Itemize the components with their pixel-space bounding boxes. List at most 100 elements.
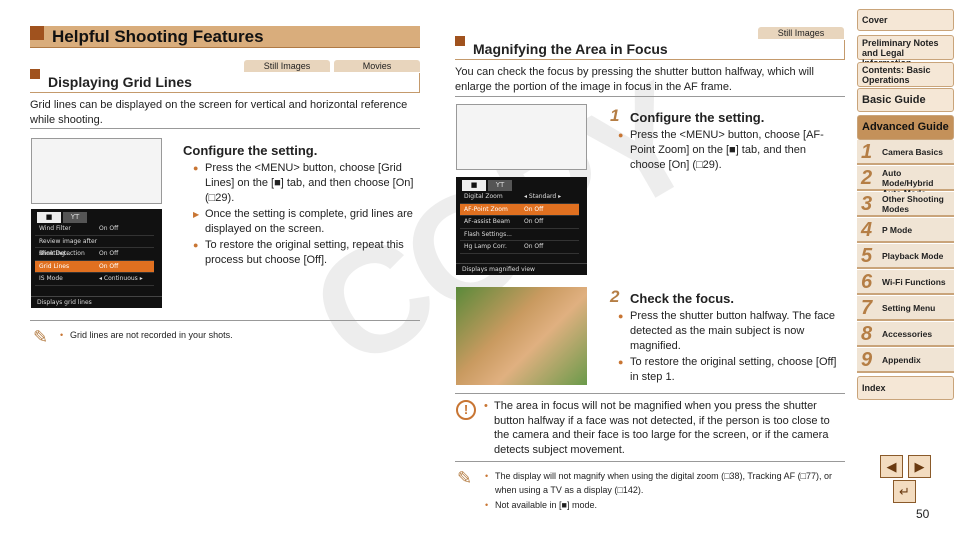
sidebar-item-contents[interactable]: Contents: Basic Operations	[857, 62, 954, 87]
menu-value: On Off	[524, 218, 544, 225]
setup-tab-icon: YT	[488, 180, 512, 191]
sidebar-chapter[interactable]: 9 Appendix	[857, 348, 954, 373]
menu-label: Hg Lamp Corr.	[464, 243, 507, 250]
chapter-label: Accessories	[882, 329, 933, 339]
menu-value: ◂ Continuous ▸	[99, 275, 143, 282]
menu-row: Hg Lamp Corr. On Off	[460, 241, 579, 254]
chapter-label: Wi-Fi Functions	[882, 277, 946, 287]
camera-image	[31, 138, 162, 204]
bullet: Press the <MENU> button, choose [AF-Poin…	[618, 128, 840, 173]
camera-tab-icon: ■	[37, 212, 61, 223]
chapter-label: Camera Basics	[882, 147, 943, 157]
sidebar-item-basic-guide[interactable]: Basic Guide	[857, 88, 954, 112]
note: Not available in [■] mode.	[485, 498, 840, 512]
intro-text: You can check the focus by pressing the …	[455, 66, 814, 93]
menu-value: On Off	[524, 205, 544, 213]
menu-row: Wind Filter On Off	[35, 223, 154, 236]
menu-row: Review image after shooting...	[35, 236, 154, 258]
tab-still-images: Still Images	[244, 60, 330, 72]
menu-row: Flash Settings...	[460, 229, 579, 241]
chapter-number: 6	[861, 271, 873, 293]
chapter-number: 9	[861, 349, 873, 371]
mode-tabs: Still Images Movies	[244, 60, 420, 72]
chapter-label: Setting Menu	[882, 303, 936, 313]
menu-label: Flash Settings...	[464, 230, 512, 238]
sidebar-chapter[interactable]: 3 Other Shooting Modes	[857, 192, 954, 217]
sidebar-chapter[interactable]: 1 Camera Basics	[857, 140, 954, 165]
chapter-number: 8	[861, 323, 873, 345]
sidebar: Cover Preliminary Notes and Legal Inform…	[857, 0, 954, 410]
menu-screen-grid: ■ YT Wind Filter On Off Review image after …	[31, 209, 162, 308]
menu-footer: Displays grid lines	[31, 296, 162, 308]
chapter-number: 3	[861, 193, 873, 215]
page-title: Helpful Shooting Features	[30, 26, 420, 48]
menu-value: On Off	[99, 250, 119, 257]
step-number: 2	[610, 287, 620, 306]
caution-icon: !	[456, 400, 476, 420]
chapter-label: Playback Mode	[882, 251, 944, 261]
menu-row: Grid Lines On Off	[35, 260, 154, 273]
step-heading: Check the focus.	[630, 291, 735, 306]
caution-text: The area in focus will not be magnified …	[484, 399, 839, 457]
page-number: 50	[916, 507, 930, 521]
sidebar-item-preliminary[interactable]: Preliminary Notes and Legal Information	[857, 35, 954, 68]
menu-row: Blink Detection On Off	[35, 248, 154, 261]
menu-value: ◂ Standard ▸	[524, 193, 562, 200]
menu-label: AF-assist Beam	[464, 218, 511, 225]
photo-children	[456, 287, 587, 385]
next-page-button[interactable]: ▶	[908, 455, 931, 478]
menu-row: AF-assist Beam On Off	[460, 216, 579, 229]
sidebar-chapter[interactable]: 8 Accessories	[857, 322, 954, 347]
bullet: Press the shutter button halfway. The fa…	[618, 309, 840, 354]
sidebar-chapter[interactable]: 2Auto Mode/Hybrid Auto Mode	[857, 166, 954, 198]
pencil-icon: ✎	[457, 468, 473, 488]
camera-image	[456, 104, 587, 170]
tab-still-images: Still Images	[758, 27, 844, 39]
menu-value: On Off	[99, 225, 119, 232]
sidebar-chapter[interactable]: 6 Wi-Fi Functions	[857, 270, 954, 295]
menu-footer: Displays magnified view	[456, 263, 587, 275]
menu-value: On Off	[99, 262, 119, 270]
back-button[interactable]: ↵	[893, 480, 916, 503]
chapter-number: 7	[861, 297, 873, 319]
menu-label: AF-Point Zoom	[464, 205, 508, 213]
note: The display will not magnify when using …	[485, 469, 840, 497]
step-heading: Configure the setting.	[630, 110, 765, 125]
bullet: To restore the original setting, choose …	[618, 355, 840, 385]
chapter-label: Other Shooting Modes	[882, 194, 944, 214]
chapter-number: 2	[861, 167, 873, 189]
chapter-label: P Mode	[882, 225, 913, 235]
tab-movies: Movies	[334, 60, 420, 72]
setup-tab-icon: YT	[63, 212, 87, 223]
section-heading: Displaying Grid Lines	[30, 69, 420, 93]
bullet: To restore the original setting, repeat …	[193, 238, 418, 268]
menu-label: Wind Filter	[39, 225, 71, 232]
step-heading: Configure the setting.	[183, 143, 318, 158]
menu-row: IS Mode ◂ Continuous ▸	[35, 273, 154, 286]
bullet: Once the setting is complete, grid lines…	[193, 207, 418, 237]
menu-value: On Off	[524, 243, 544, 250]
menu-label: Review image after shooting...	[39, 237, 98, 258]
menu-label: Grid Lines	[39, 262, 70, 270]
sidebar-item-advanced-guide[interactable]: Advanced Guide	[857, 115, 954, 140]
menu-label: IS Mode	[39, 275, 63, 282]
sidebar-item-index[interactable]: Index	[857, 376, 954, 400]
sidebar-chapter[interactable]: 7 Setting Menu	[857, 296, 954, 321]
chapter-number: 1	[861, 141, 873, 163]
bullet: Press the <MENU> button, choose [Grid Li…	[193, 161, 418, 206]
sidebar-item-cover[interactable]: Cover	[857, 9, 954, 31]
menu-row: AF-Point Zoom On Off	[460, 203, 579, 216]
chapter-number: 5	[861, 245, 873, 267]
step-number: 1	[610, 106, 620, 125]
menu-label: Digital Zoom	[464, 193, 503, 200]
chapter-label: Appendix	[882, 355, 921, 365]
camera-tab-icon: ■	[462, 180, 486, 191]
menu-row: Digital Zoom ◂ Standard ▸	[460, 191, 579, 204]
menu-screen-af: ■ YT Digital Zoom ◂ Standard ▸ AF-Point Zoo…	[456, 177, 587, 275]
pencil-icon: ✎	[33, 327, 49, 347]
prev-page-button[interactable]: ◀	[880, 455, 903, 478]
sidebar-chapter[interactable]: 5 Playback Mode	[857, 244, 954, 269]
intro-text: Grid lines can be displayed on the scree…	[30, 99, 408, 126]
sidebar-chapter[interactable]: 4 P Mode	[857, 218, 954, 243]
section-heading: Magnifying the Area in Focus	[455, 36, 845, 60]
